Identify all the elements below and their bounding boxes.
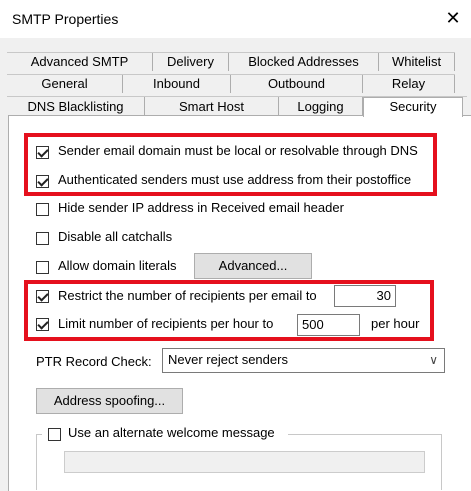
tab-security[interactable]: Security bbox=[363, 97, 463, 117]
tab-general[interactable]: General bbox=[7, 75, 123, 93]
advanced-button[interactable]: Advanced... bbox=[194, 253, 312, 279]
tab-relay[interactable]: Relay bbox=[363, 75, 455, 93]
address-spoofing-button[interactable]: Address spoofing... bbox=[36, 388, 183, 414]
tab-advanced-smtp[interactable]: Advanced SMTP bbox=[7, 53, 153, 71]
close-icon[interactable]: ✕ bbox=[441, 6, 465, 30]
alternate-welcome-label: Use an alternate welcome message bbox=[68, 425, 275, 440]
chevron-down-icon: ∨ bbox=[429, 353, 438, 367]
window-title: SMTP Properties bbox=[12, 11, 119, 27]
recipients-per-email-input[interactable]: 30 bbox=[334, 285, 396, 307]
ptr-record-value: Never reject senders bbox=[168, 352, 288, 367]
tab-blocked-addresses[interactable]: Blocked Addresses bbox=[229, 53, 379, 71]
tab-row-3: DNS Blacklisting Smart Host Logging Secu… bbox=[7, 96, 467, 117]
limit-recipients-hour-label: Limit number of recipients per hour to bbox=[58, 316, 274, 331]
tab-row-2: General Inbound Outbound Relay bbox=[7, 74, 455, 93]
sender-domain-local-checkbox[interactable] bbox=[36, 146, 49, 159]
tab-row-1: Advanced SMTP Delivery Blocked Addresses… bbox=[7, 52, 455, 71]
limit-recipients-hour-checkbox[interactable] bbox=[36, 318, 49, 331]
per-hour-suffix: per hour bbox=[371, 316, 420, 331]
alternate-welcome-input[interactable] bbox=[64, 451, 425, 473]
sender-domain-local-label: Sender email domain must be local or res… bbox=[58, 143, 418, 158]
auth-senders-postoffice-label: Authenticated senders must use address f… bbox=[58, 172, 412, 187]
auth-senders-postoffice-checkbox[interactable] bbox=[36, 175, 49, 188]
ptr-record-label: PTR Record Check: bbox=[36, 354, 152, 369]
tab-outbound[interactable]: Outbound bbox=[231, 75, 363, 93]
disable-catchalls-label: Disable all catchalls bbox=[58, 229, 173, 244]
tab-smart-host[interactable]: Smart Host bbox=[145, 97, 279, 117]
tab-inbound[interactable]: Inbound bbox=[123, 75, 231, 93]
tab-dns-blacklisting[interactable]: DNS Blacklisting bbox=[7, 97, 145, 117]
tab-logging[interactable]: Logging bbox=[279, 97, 363, 117]
restrict-recipients-email-label: Restrict the number of recipients per em… bbox=[58, 288, 317, 303]
disable-catchalls-checkbox[interactable] bbox=[36, 232, 49, 245]
tab-delivery[interactable]: Delivery bbox=[153, 53, 229, 71]
recipients-per-hour-input[interactable]: 500 bbox=[297, 314, 360, 336]
restrict-recipients-email-checkbox[interactable] bbox=[36, 290, 49, 303]
hide-sender-ip-label: Hide sender IP address in Received email… bbox=[58, 200, 344, 215]
tab-whitelist[interactable]: Whitelist bbox=[379, 53, 455, 71]
hide-sender-ip-checkbox[interactable] bbox=[36, 203, 49, 216]
ptr-record-select[interactable]: Never reject senders ∨ bbox=[162, 348, 445, 373]
allow-domain-literals-checkbox[interactable] bbox=[36, 261, 49, 274]
alternate-welcome-checkbox[interactable] bbox=[48, 428, 61, 441]
allow-domain-literals-label: Allow domain literals bbox=[58, 258, 177, 273]
